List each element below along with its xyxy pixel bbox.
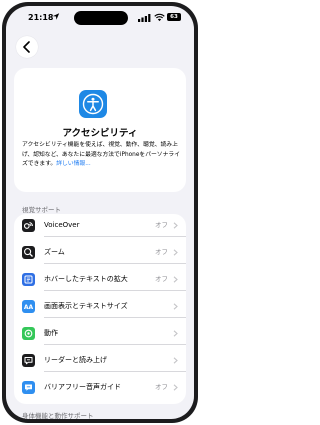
setting-row-hover-text[interactable]: ホバーしたテキストの拡大 オフ [14,268,186,291]
setting-label: バリアフリー音声ガイド [44,383,121,391]
chevron-left-icon [23,41,30,53]
setting-label: ホバーしたテキストの拡大 [44,275,128,283]
setting-label: VoiceOver [44,221,80,229]
vision-section-header: 視覚サポート [22,206,61,214]
learn-more-link[interactable]: 詳しい情報... [56,161,91,167]
hero-description-text: アクセシビリティ機能を使えば、視覚、動作、聴覚、読み上げ、認知など、あなたに最適… [22,142,180,167]
chevron-right-icon [173,276,178,283]
zoom-icon [22,246,35,259]
setting-row-display-text-size[interactable]: AA 画面表示とテキストサイズ [14,295,186,318]
setting-label: 動作 [44,329,58,337]
motion-icon [22,327,35,340]
chevron-right-icon [173,303,178,310]
wifi-icon [154,13,165,22]
hero-description: アクセシビリティ機能を使えば、視覚、動作、聴覚、読み上げ、認知など、あなたに最適… [22,141,182,170]
dynamic-island [74,11,128,25]
setting-label: ズーム [44,248,65,256]
audio-description-icon [22,381,35,394]
chevron-right-icon [173,249,178,256]
setting-row-audio-descriptions[interactable]: バリアフリー音声ガイド オフ [14,376,186,399]
setting-value: オフ [155,275,168,283]
text-size-icon: AA [22,300,35,313]
accessibility-icon [79,90,107,118]
vision-settings-list: VoiceOver オフ ズーム オフ ホバーしたテキストの拡大 オフ AA 画… [14,214,186,404]
setting-label: 画面表示とテキストサイズ [44,302,128,310]
setting-value: オフ [155,221,168,229]
phone-frame: 21:18 63 アクセシビリティ アクセシビリティ機能を使えば、視覚、動作、聴… [2,2,198,423]
separator [44,236,186,237]
back-button[interactable] [16,36,38,58]
chevron-right-icon [173,357,178,364]
cellular-signal-icon [138,14,151,22]
separator [44,290,186,291]
separator [44,344,186,345]
setting-value: オフ [155,248,168,256]
setting-row-motion[interactable]: 動作 [14,322,186,345]
status-bar: 21:18 63 [6,6,194,28]
physical-section-header: 身体機能と動作サポート [22,412,94,419]
setting-value: オフ [155,383,168,391]
setting-label: リーダーと読み上げ [44,356,107,364]
setting-row-spoken-content[interactable]: リーダーと読み上げ [14,349,186,372]
hover-text-icon [22,273,35,286]
spoken-content-icon [22,354,35,367]
separator [44,317,186,318]
separator [44,371,186,372]
location-icon [52,13,60,20]
voiceover-icon [22,219,35,232]
screen: 21:18 63 アクセシビリティ アクセシビリティ機能を使えば、視覚、動作、聴… [6,6,194,419]
battery-icon: 63 [167,13,181,21]
svg-text:AA: AA [24,304,34,311]
chevron-right-icon [173,222,178,229]
chevron-right-icon [173,330,178,337]
hero-title: アクセシビリティ [62,128,138,139]
separator [44,263,186,264]
setting-row-voiceover[interactable]: VoiceOver オフ [14,214,186,237]
chevron-right-icon [173,384,178,391]
status-time: 21:18 [28,13,54,22]
setting-row-zoom[interactable]: ズーム オフ [14,241,186,264]
